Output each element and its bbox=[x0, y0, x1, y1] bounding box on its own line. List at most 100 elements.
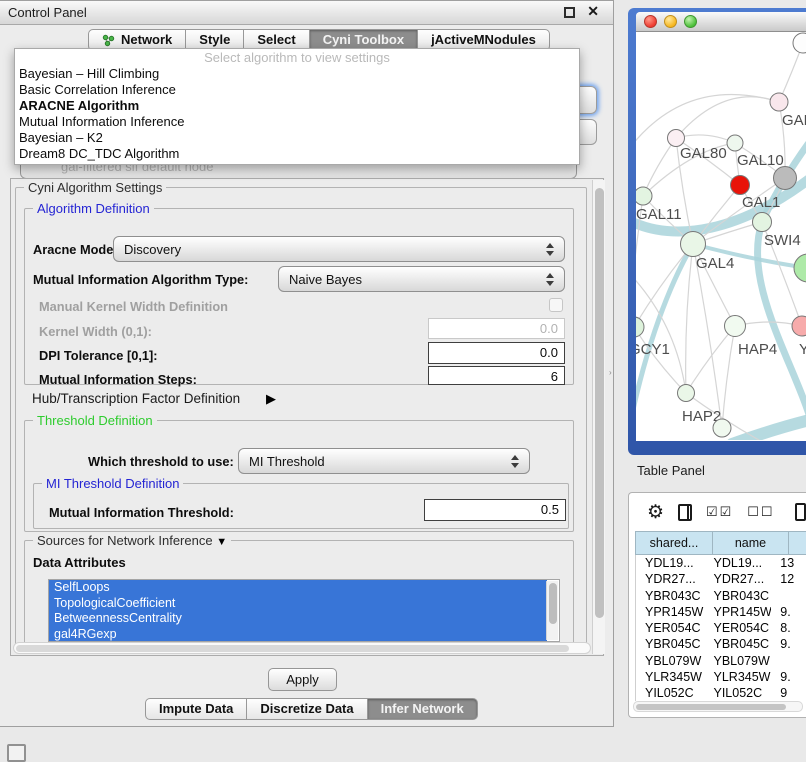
gear-icon[interactable]: ⚙ bbox=[647, 503, 664, 522]
network-edge-thick[interactable] bbox=[732, 418, 806, 440]
column-header-name[interactable]: name bbox=[713, 531, 789, 555]
table-row[interactable]: YPR145WYPR145W9. bbox=[636, 604, 806, 620]
mi-threshold-field[interactable]: 0.5 bbox=[424, 499, 566, 521]
network-node-label: GAL1 bbox=[742, 194, 780, 211]
collapse-arrow-icon[interactable]: ▼ bbox=[216, 536, 227, 548]
network-node[interactable] bbox=[713, 419, 731, 437]
tab-infer-network[interactable]: Infer Network bbox=[368, 698, 478, 720]
algorithm-dropdown-placeholder: Select algorithm to view settings bbox=[15, 49, 579, 66]
dropdown-item-bayesian-hill-climbing[interactable]: Bayesian – Hill Climbing bbox=[15, 66, 579, 82]
table-row[interactable]: YLR345WYLR345W9. bbox=[636, 669, 806, 685]
network-edge[interactable] bbox=[643, 138, 676, 196]
mi-steps-field[interactable]: 6 bbox=[428, 366, 565, 385]
tab-label: Network bbox=[121, 30, 172, 50]
mi-algorithm-type-value: Naive Bayes bbox=[279, 272, 540, 287]
attribute-item-topologicalcoefficient[interactable]: TopologicalCoefficient bbox=[49, 596, 547, 612]
table-row[interactable]: YDL19...YDL19...13 bbox=[636, 555, 806, 571]
mi-threshold-definition-group: MI Threshold Definition Mutual Informati… bbox=[33, 483, 569, 529]
network-node-swi4[interactable] bbox=[753, 213, 772, 232]
float-panel-icon[interactable] bbox=[564, 7, 575, 18]
dpi-tolerance-field[interactable]: 0.0 bbox=[428, 342, 565, 364]
network-node-gal[interactable] bbox=[770, 93, 788, 111]
close-window-icon[interactable] bbox=[644, 15, 657, 28]
apply-button[interactable]: Apply bbox=[268, 668, 337, 691]
column-header-shared[interactable]: shared... bbox=[635, 531, 713, 555]
table-cell: 8. bbox=[771, 620, 806, 636]
cyni-settings-scrollpane: Cyni Algorithm Settings Algorithm Defini… bbox=[10, 178, 604, 656]
column-header-2[interactable] bbox=[789, 531, 806, 555]
network-node-y[interactable] bbox=[792, 316, 806, 336]
network-node-hap2[interactable] bbox=[678, 385, 695, 402]
table-toolbar: ⚙ ☑☑ ☐☐ bbox=[629, 493, 806, 531]
table-cell bbox=[771, 588, 806, 604]
dropdown-item-basic-correlation-inference[interactable]: Basic Correlation Inference bbox=[15, 82, 579, 98]
zoom-window-icon[interactable] bbox=[684, 15, 697, 28]
network-node-gal11[interactable] bbox=[636, 187, 652, 205]
table-cell: YIL052C bbox=[705, 685, 772, 701]
network-window-titlebar bbox=[636, 12, 806, 32]
minimize-window-icon[interactable] bbox=[664, 15, 677, 28]
dropdown-item-dream8-dc-tdc-algorithm[interactable]: Dream8 DC_TDC Algorithm bbox=[15, 146, 579, 162]
dropdown-item-mutual-information-inference[interactable]: Mutual Information Inference bbox=[15, 114, 579, 130]
split-columns-icon[interactable] bbox=[678, 504, 692, 521]
expand-arrow-icon[interactable]: ▶ bbox=[266, 391, 276, 407]
settings-horizontal-scrollbar[interactable] bbox=[13, 642, 591, 654]
split-pane-handle[interactable]: › bbox=[609, 369, 614, 377]
network-edge-thick[interactable] bbox=[636, 244, 693, 434]
network-node[interactable] bbox=[774, 167, 797, 190]
checked-boxes-icon[interactable]: ☑☑ bbox=[706, 504, 733, 520]
table-row[interactable]: YBR043CYBR043C bbox=[636, 588, 806, 604]
manual-kernel-width-checkbox[interactable] bbox=[549, 298, 563, 312]
network-node-hap4[interactable] bbox=[725, 316, 746, 337]
table-cell: YPR145W bbox=[636, 604, 705, 620]
page-icon[interactable] bbox=[795, 503, 806, 521]
network-node-gal4[interactable] bbox=[681, 232, 706, 257]
table-row[interactable]: YER054CYER054C8. bbox=[636, 620, 806, 636]
dropdown-item-aracne-algorithm[interactable]: ARACNE Algorithm bbox=[15, 98, 579, 114]
network-node-gal1[interactable] bbox=[731, 176, 750, 195]
manual-kernel-width-label: Manual Kernel Width Definition bbox=[39, 299, 228, 314]
attribute-item-selfloops[interactable]: SelfLoops bbox=[49, 580, 547, 596]
network-edge[interactable] bbox=[686, 326, 735, 393]
control-panel-title: Control Panel bbox=[8, 5, 87, 20]
table-row[interactable]: YIL052CYIL052C9 bbox=[636, 685, 806, 701]
table-panel-title: Table Panel bbox=[628, 460, 806, 482]
network-node[interactable] bbox=[793, 33, 806, 53]
network-node[interactable] bbox=[794, 254, 806, 282]
table-row[interactable]: YBL079WYBL079W bbox=[636, 653, 806, 669]
table-row[interactable]: YDR27...YDR27...12 bbox=[636, 571, 806, 587]
tab-impute-data[interactable]: Impute Data bbox=[145, 698, 247, 720]
which-threshold-combobox[interactable]: MI Threshold bbox=[238, 448, 530, 474]
aracne-mode-label: Aracne Mode: bbox=[33, 242, 118, 257]
attribute-item-betweennesscentrality[interactable]: BetweennessCentrality bbox=[49, 611, 547, 627]
close-panel-icon[interactable]: ✕ bbox=[587, 3, 599, 20]
unchecked-boxes-icon[interactable]: ☐☐ bbox=[747, 504, 774, 520]
tab-discretize-data[interactable]: Discretize Data bbox=[247, 698, 367, 720]
dropdown-item-bayesian-k2[interactable]: Bayesian – K2 bbox=[15, 130, 579, 146]
network-node-gcy1[interactable] bbox=[636, 317, 644, 337]
network-node-gal80[interactable] bbox=[668, 130, 685, 147]
table-cell: YLR345W bbox=[705, 669, 772, 685]
attributes-list-scrollbar[interactable] bbox=[546, 581, 558, 640]
table-cell: YBL079W bbox=[636, 653, 705, 669]
spinner-arrows-icon bbox=[505, 455, 525, 468]
hub-tf-definition-label[interactable]: Hub/Transcription Factor Definition bbox=[32, 391, 240, 406]
mi-algorithm-type-combobox[interactable]: Naive Bayes bbox=[278, 266, 565, 292]
minimized-panel-icon[interactable] bbox=[7, 744, 26, 762]
kernel-width-field[interactable]: 0.0 bbox=[428, 318, 565, 339]
network-window: GALGAL80GAL10GAL1SWI4GAL11GAL4GCY1HAP4YH… bbox=[636, 12, 806, 441]
attribute-item-gal4rgexp[interactable]: gal4RGexp bbox=[49, 627, 547, 643]
settings-vertical-scrollbar[interactable] bbox=[592, 180, 605, 654]
network-edge[interactable] bbox=[686, 244, 693, 393]
aracne-mode-combobox[interactable]: Discovery bbox=[113, 236, 565, 262]
table-row[interactable]: YBR045CYBR045C9. bbox=[636, 636, 806, 652]
network-node-gal10[interactable] bbox=[727, 135, 743, 151]
network-node-label: Y bbox=[799, 341, 806, 358]
network-edge[interactable] bbox=[636, 94, 779, 150]
which-threshold-value: MI Threshold bbox=[239, 454, 505, 469]
data-attributes-list[interactable]: SelfLoopsTopologicalCoefficientBetweenne… bbox=[48, 579, 560, 642]
network-edge[interactable] bbox=[722, 326, 735, 428]
table-horizontal-scrollbar[interactable] bbox=[633, 701, 803, 712]
network-canvas[interactable]: GALGAL80GAL10GAL1SWI4GAL11GAL4GCY1HAP4YH… bbox=[636, 32, 806, 440]
network-edge[interactable] bbox=[676, 97, 779, 138]
